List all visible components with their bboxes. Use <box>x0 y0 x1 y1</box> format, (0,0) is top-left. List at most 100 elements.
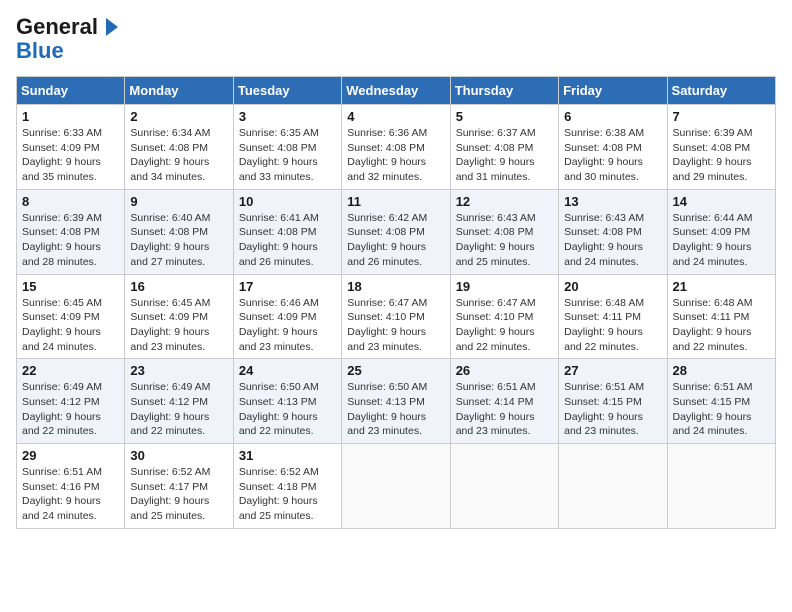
calendar-cell: 19 Sunrise: 6:47 AMSunset: 4:10 PMDayligh… <box>450 274 558 359</box>
calendar-cell: 15 Sunrise: 6:45 AMSunset: 4:09 PMDayligh… <box>17 274 125 359</box>
day-number: 5 <box>456 109 553 124</box>
day-number: 23 <box>130 363 227 378</box>
day-number: 24 <box>239 363 336 378</box>
day-info: Sunrise: 6:43 AMSunset: 4:08 PMDaylight:… <box>456 211 553 270</box>
day-number: 7 <box>673 109 770 124</box>
calendar-cell: 10 Sunrise: 6:41 AMSunset: 4:08 PMDayligh… <box>233 189 341 274</box>
calendar-cell: 2 Sunrise: 6:34 AMSunset: 4:08 PMDaylight… <box>125 105 233 190</box>
col-header-wednesday: Wednesday <box>342 77 450 105</box>
logo-text-general: General <box>16 16 98 38</box>
day-number: 15 <box>22 279 119 294</box>
calendar-cell: 3 Sunrise: 6:35 AMSunset: 4:08 PMDaylight… <box>233 105 341 190</box>
day-number: 27 <box>564 363 661 378</box>
day-info: Sunrise: 6:50 AMSunset: 4:13 PMDaylight:… <box>347 380 444 439</box>
calendar-cell: 30 Sunrise: 6:52 AMSunset: 4:17 PMDayligh… <box>125 444 233 529</box>
calendar-cell: 29 Sunrise: 6:51 AMSunset: 4:16 PMDayligh… <box>17 444 125 529</box>
calendar-cell: 1Sunrise: 6:33 AMSunset: 4:09 PMDaylight… <box>17 105 125 190</box>
day-number: 28 <box>673 363 770 378</box>
calendar-cell: 11Sunrise: 6:42 AMSunset: 4:08 PMDayligh… <box>342 189 450 274</box>
day-number: 13 <box>564 194 661 209</box>
calendar-header-row: SundayMondayTuesdayWednesdayThursdayFrid… <box>17 77 776 105</box>
day-number: 30 <box>130 448 227 463</box>
day-info: Sunrise: 6:49 AMSunset: 4:12 PMDaylight:… <box>22 380 119 439</box>
day-info: Sunrise: 6:51 AMSunset: 4:15 PMDaylight:… <box>673 380 770 439</box>
day-number: 26 <box>456 363 553 378</box>
calendar-cell: 28 Sunrise: 6:51 AMSunset: 4:15 PMDayligh… <box>667 359 775 444</box>
calendar-cell <box>450 444 558 529</box>
col-header-sunday: Sunday <box>17 77 125 105</box>
day-number: 21 <box>673 279 770 294</box>
day-info: Sunrise: 6:41 AMSunset: 4:08 PMDaylight:… <box>239 211 336 270</box>
day-number: 20 <box>564 279 661 294</box>
day-number: 4 <box>347 109 444 124</box>
calendar-cell <box>342 444 450 529</box>
calendar-cell: 12 Sunrise: 6:43 AMSunset: 4:08 PMDayligh… <box>450 189 558 274</box>
day-info: Sunrise: 6:34 AMSunset: 4:08 PMDaylight:… <box>130 126 227 185</box>
day-number: 6 <box>564 109 661 124</box>
day-number: 14 <box>673 194 770 209</box>
week-row-1: 1Sunrise: 6:33 AMSunset: 4:09 PMDaylight… <box>17 105 776 190</box>
week-row-5: 29 Sunrise: 6:51 AMSunset: 4:16 PMDayligh… <box>17 444 776 529</box>
col-header-monday: Monday <box>125 77 233 105</box>
col-header-tuesday: Tuesday <box>233 77 341 105</box>
day-info: Sunrise: 6:44 AMSunset: 4:09 PMDaylight:… <box>673 211 770 270</box>
day-info: Sunrise: 6:36 AMSunset: 4:08 PMDaylight:… <box>347 126 444 185</box>
calendar-cell <box>667 444 775 529</box>
day-number: 1 <box>22 109 119 124</box>
calendar-cell: 17 Sunrise: 6:46 AMSunset: 4:09 PMDayligh… <box>233 274 341 359</box>
calendar-cell: 22 Sunrise: 6:49 AMSunset: 4:12 PMDayligh… <box>17 359 125 444</box>
day-number: 16 <box>130 279 227 294</box>
week-row-3: 15 Sunrise: 6:45 AMSunset: 4:09 PMDayligh… <box>17 274 776 359</box>
week-row-2: 8 Sunrise: 6:39 AMSunset: 4:08 PMDaylight… <box>17 189 776 274</box>
calendar-cell: 26 Sunrise: 6:51 AMSunset: 4:14 PMDayligh… <box>450 359 558 444</box>
day-info: Sunrise: 6:37 AMSunset: 4:08 PMDaylight:… <box>456 126 553 185</box>
day-info: Sunrise: 6:50 AMSunset: 4:13 PMDaylight:… <box>239 380 336 439</box>
day-number: 17 <box>239 279 336 294</box>
day-info: Sunrise: 6:35 AMSunset: 4:08 PMDaylight:… <box>239 126 336 185</box>
day-number: 31 <box>239 448 336 463</box>
calendar-cell: 8 Sunrise: 6:39 AMSunset: 4:08 PMDaylight… <box>17 189 125 274</box>
calendar-cell <box>559 444 667 529</box>
day-number: 19 <box>456 279 553 294</box>
calendar-cell: 27Sunrise: 6:51 AMSunset: 4:15 PMDayligh… <box>559 359 667 444</box>
page-header: General Blue <box>16 16 776 64</box>
calendar-cell: 16 Sunrise: 6:45 AMSunset: 4:09 PMDayligh… <box>125 274 233 359</box>
day-info: Sunrise: 6:39 AMSunset: 4:08 PMDaylight:… <box>673 126 770 185</box>
calendar-cell: 9 Sunrise: 6:40 AMSunset: 4:08 PMDaylight… <box>125 189 233 274</box>
day-info: Sunrise: 6:43 AMSunset: 4:08 PMDaylight:… <box>564 211 661 270</box>
day-number: 29 <box>22 448 119 463</box>
calendar-cell: 5 Sunrise: 6:37 AMSunset: 4:08 PMDaylight… <box>450 105 558 190</box>
day-number: 2 <box>130 109 227 124</box>
day-info: Sunrise: 6:38 AMSunset: 4:08 PMDaylight:… <box>564 126 661 185</box>
day-number: 22 <box>22 363 119 378</box>
day-info: Sunrise: 6:51 AMSunset: 4:14 PMDaylight:… <box>456 380 553 439</box>
day-number: 18 <box>347 279 444 294</box>
day-number: 9 <box>130 194 227 209</box>
col-header-saturday: Saturday <box>667 77 775 105</box>
logo-text-blue: Blue <box>16 38 64 64</box>
calendar-cell: 4 Sunrise: 6:36 AMSunset: 4:08 PMDaylight… <box>342 105 450 190</box>
calendar-cell: 7 Sunrise: 6:39 AMSunset: 4:08 PMDaylight… <box>667 105 775 190</box>
day-info: Sunrise: 6:45 AMSunset: 4:09 PMDaylight:… <box>22 296 119 355</box>
day-info: Sunrise: 6:46 AMSunset: 4:09 PMDaylight:… <box>239 296 336 355</box>
day-info: Sunrise: 6:48 AMSunset: 4:11 PMDaylight:… <box>564 296 661 355</box>
day-number: 8 <box>22 194 119 209</box>
day-info: Sunrise: 6:40 AMSunset: 4:08 PMDaylight:… <box>130 211 227 270</box>
logo-arrow-icon <box>98 16 120 38</box>
week-row-4: 22 Sunrise: 6:49 AMSunset: 4:12 PMDayligh… <box>17 359 776 444</box>
day-info: Sunrise: 6:45 AMSunset: 4:09 PMDaylight:… <box>130 296 227 355</box>
calendar-cell: 23Sunrise: 6:49 AMSunset: 4:12 PMDayligh… <box>125 359 233 444</box>
calendar-cell: 20 Sunrise: 6:48 AMSunset: 4:11 PMDayligh… <box>559 274 667 359</box>
calendar-cell: 25Sunrise: 6:50 AMSunset: 4:13 PMDayligh… <box>342 359 450 444</box>
calendar-cell: 31 Sunrise: 6:52 AMSunset: 4:18 PMDayligh… <box>233 444 341 529</box>
day-info: Sunrise: 6:52 AMSunset: 4:18 PMDaylight:… <box>239 465 336 524</box>
day-info: Sunrise: 6:47 AMSunset: 4:10 PMDaylight:… <box>456 296 553 355</box>
logo: General Blue <box>16 16 120 64</box>
day-info: Sunrise: 6:51 AMSunset: 4:16 PMDaylight:… <box>22 465 119 524</box>
day-number: 11 <box>347 194 444 209</box>
day-info: Sunrise: 6:52 AMSunset: 4:17 PMDaylight:… <box>130 465 227 524</box>
day-number: 3 <box>239 109 336 124</box>
day-number: 10 <box>239 194 336 209</box>
day-number: 12 <box>456 194 553 209</box>
day-info: Sunrise: 6:39 AMSunset: 4:08 PMDaylight:… <box>22 211 119 270</box>
